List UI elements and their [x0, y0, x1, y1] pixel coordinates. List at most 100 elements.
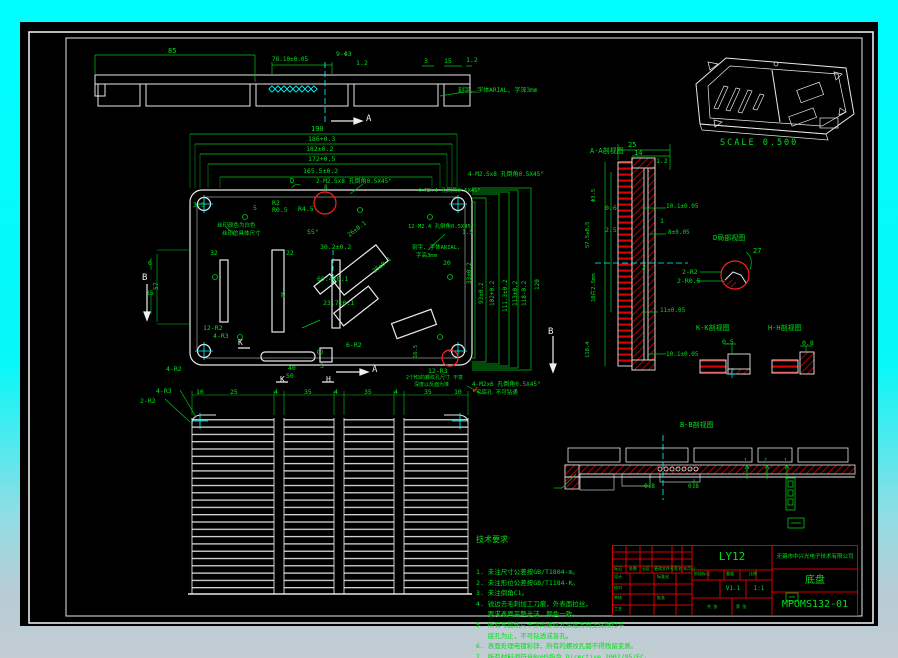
dim-label: 5 [320, 363, 324, 370]
dim-label: 2.5 [605, 227, 617, 234]
dim-label: 刻字, 字体ARIAL, 字深3mm [458, 88, 537, 94]
dim-label: 190 [311, 126, 324, 133]
dim-label: 27 [753, 248, 761, 255]
view-title-d: D局部视图 [713, 235, 745, 242]
tech-note-line: 2. 未注形位公差按GB/T1184-K。 [476, 578, 651, 589]
dim-label: 35 [304, 389, 312, 396]
dim-label-layer: 8578.10±0.059-Φ31.23151.2刻字, 字体ARIAL, 字深… [20, 22, 878, 626]
title-block-label: 标准化 [657, 575, 669, 579]
dim-label: 35 [424, 389, 432, 396]
tech-note-line: 3. 未注倒角C1。 [476, 588, 651, 599]
dim-label: 25 [628, 142, 636, 149]
dim-label: 0.6 [605, 205, 617, 212]
tech-note-line: 4. 锐边去毛刺加工刀痕，外表面拉丝， [476, 599, 651, 610]
dim-label: 8 [324, 185, 328, 191]
dim-label: 33±0.2 [467, 262, 473, 284]
dim-label: 55° [307, 229, 319, 236]
dim-label: 2 [642, 264, 646, 271]
dim-label: R0.5 [272, 207, 288, 214]
title-block-label: 更改文件号 [654, 567, 674, 571]
title-block-label: 重量 [726, 572, 734, 576]
view-title-bb: B-B剖视图 [680, 422, 714, 429]
dim-label: 26±0.1 [347, 221, 368, 239]
dim-label: 字高3mm [416, 254, 437, 260]
dim-label: 12-R2 [203, 325, 223, 332]
dim-label: 57.5±0.5 [586, 222, 592, 249]
dim-label: 10片2.5mm [592, 273, 598, 302]
dim-label: 4-R3 [213, 333, 229, 340]
dim-label: B [548, 328, 553, 337]
dim-label: 4 [334, 389, 338, 396]
tech-notes-title: 技术要求 [476, 535, 651, 546]
dim-label: A [372, 366, 377, 375]
dim-label: 0.5 [722, 339, 734, 346]
dim-label: 12-R3 [428, 368, 448, 375]
dim-label: 1 [744, 459, 747, 464]
dim-label: 9-Φ3 [336, 51, 352, 58]
dim-label: 4 [274, 389, 278, 396]
dim-label: K [280, 376, 285, 384]
dim-label: 2-R2 [140, 398, 156, 405]
dim-label: 22 [286, 250, 294, 257]
dim-label: 78.10±0.05 [272, 57, 308, 63]
dim-label: 15 [146, 290, 154, 297]
title-block-label: 签名 [674, 567, 682, 571]
dim-label: 深度以反面为准 [414, 383, 449, 388]
view-title-kk: K-K剖视图 [696, 325, 730, 332]
dim-label: 6-R2 [346, 342, 362, 349]
dim-label: 8±0.05 [668, 230, 690, 236]
scale-label: SCALE 0.500 [720, 138, 798, 148]
dim-label: 4-M2.5x8 孔倒角0.5X45° [468, 172, 544, 178]
dim-label: 10.1±0.05 [666, 204, 699, 210]
view-title-hh: H-H剖视图 [768, 325, 802, 332]
dim-label: 1.2 [656, 158, 668, 165]
dim-label: 102+0.2 [490, 281, 496, 306]
drawing-canvas[interactable]: 8578.10±0.059-Φ31.23151.2刻字, 字体ARIAL, 字深… [20, 22, 878, 626]
dim-label: 平底孔 不可钻通 [476, 391, 518, 397]
dim-label: 10 [454, 389, 462, 396]
tech-notes: 技术要求 1. 未注尺寸公差按GB/T1804-m。2. 未注形位公差按GB/T… [476, 514, 651, 658]
dim-label: 20 [443, 260, 451, 267]
dim-label: 3.5 [193, 202, 205, 209]
view-title-aa: A-A剖视图 [590, 148, 624, 155]
dim-label: 1.2 [466, 57, 478, 64]
dim-label: 4-M2.4 孔倒角0.5X45° [418, 189, 481, 195]
dim-label: 25±0.1 [372, 257, 393, 275]
dim-label: R4.5 [298, 206, 314, 213]
title-block-ratio: 1:1 [746, 580, 772, 598]
dim-label: 4-R2 [166, 366, 182, 373]
dim-label: 32 [210, 250, 218, 257]
dim-label: 93±0.2 [479, 282, 485, 304]
dim-label: H [326, 376, 331, 384]
dim-label: 118-0.2 [522, 281, 528, 306]
tech-note-line: 7. 所有材料须符合RoHS指令 Directive 2002/95/EC。 [476, 652, 651, 658]
dim-label: 4 [394, 389, 398, 396]
dim-label: 丝印颜色为白色 [217, 224, 256, 230]
dim-label: 刻字, 字体ARIAL, [412, 246, 461, 252]
dim-label: 0.8 [644, 484, 655, 490]
tech-note-line: 6. 表面处理电镀彩锌，所有的螺纹孔都不得残留变质。 [476, 641, 651, 652]
dim-label: 172+0.5 [308, 156, 335, 163]
dim-label: 4-R3 [156, 388, 172, 395]
title-block-version: V1.1 [720, 580, 746, 598]
title-block-label: 阶段标记 [694, 572, 710, 576]
dim-label: 5 [253, 205, 257, 212]
title-block-part-name: 底盘 [772, 569, 858, 592]
dim-label: 6 [148, 260, 152, 267]
dim-label: 11±0.05 [660, 308, 685, 314]
title-block-drawing-no: MPOMS132-01 [772, 592, 858, 616]
dim-label: 186+0.3 [308, 136, 335, 143]
dim-label: D [290, 178, 294, 185]
cad-viewer-background: 8578.10±0.059-Φ31.23151.2刻字, 字体ARIAL, 字深… [0, 0, 898, 658]
dim-label: 1 [784, 459, 787, 464]
dim-label: 85 [168, 48, 176, 55]
dim-label: 0.8 [802, 340, 814, 347]
dim-label: ✓ [472, 384, 479, 395]
dim-label: 113±0.2 [513, 281, 519, 306]
dim-label: 0.8 [688, 484, 699, 490]
dim-label: 14 [634, 150, 642, 157]
tech-note-line: 5. 所有与散热片干涉的螺纹孔深度方向上保持打平 [476, 620, 651, 631]
dim-label: 2个M3的螺纹孔尺寸 不变 [406, 376, 463, 381]
dim-label: 15 [444, 58, 452, 65]
title-block-material: LY12 [692, 545, 772, 570]
